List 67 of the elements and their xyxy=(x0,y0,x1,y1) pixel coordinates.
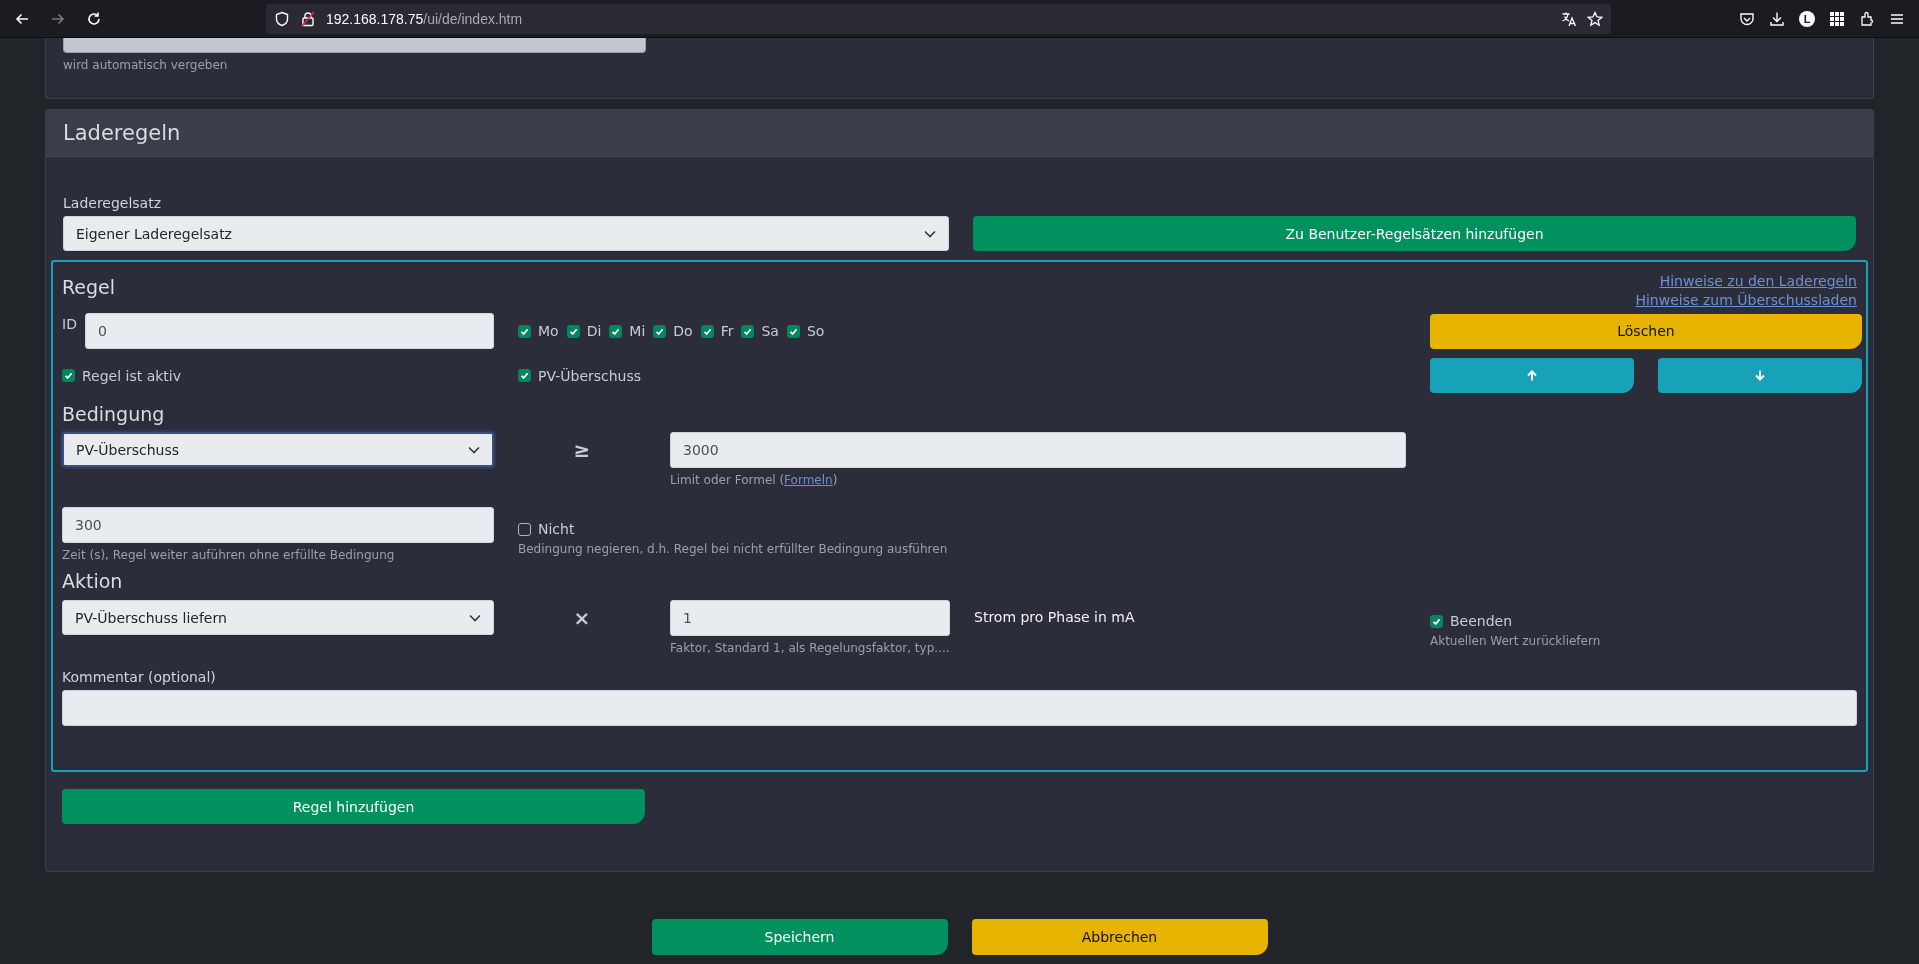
section-heading: Aktion xyxy=(62,570,124,592)
profile-avatar[interactable]: L xyxy=(1799,10,1815,27)
checkbox[interactable] xyxy=(62,369,75,382)
field-hint: wird automatisch vergeben xyxy=(63,58,229,72)
arrow-up-icon xyxy=(1527,370,1537,381)
dropdown[interactable]: PV-Überschuss liefern xyxy=(62,600,494,635)
caret-icon xyxy=(924,229,936,238)
formula-link[interactable]: Formeln xyxy=(784,473,833,487)
translate-icon[interactable] xyxy=(1561,10,1577,27)
save-button[interactable]: Speichern xyxy=(651,919,948,955)
checkbox[interactable] xyxy=(786,324,800,338)
arrow-down-icon xyxy=(1755,370,1765,381)
checkbox-label: Regel ist aktiv xyxy=(82,367,182,384)
operator-symbol: ≥ xyxy=(572,437,592,464)
download-icon[interactable] xyxy=(1769,10,1785,27)
input-field[interactable]: 3000 xyxy=(670,432,1406,468)
checkbox[interactable] xyxy=(566,324,580,338)
help-link[interactable]: Hinweise zu den Laderegeln xyxy=(1659,273,1857,289)
checkbox[interactable] xyxy=(700,324,714,338)
field-hint: Aktuellen Wert zurückliefern xyxy=(1430,634,1602,648)
delete-button[interactable]: Löschen xyxy=(1430,313,1862,349)
checkbox[interactable] xyxy=(653,324,667,338)
cancel-button[interactable]: Abbrechen xyxy=(971,919,1268,955)
unit-label: Strom pro Phase in mA xyxy=(974,608,1135,627)
checkbox[interactable] xyxy=(518,522,531,536)
checkbox-label: So xyxy=(806,323,825,339)
checkbox-label: Nicht xyxy=(538,521,575,537)
checkbox-label: PV-Überschuss xyxy=(538,367,642,384)
shield-icon[interactable] xyxy=(274,10,290,27)
checkbox[interactable] xyxy=(609,324,623,338)
checkbox-label: Mo xyxy=(538,323,559,339)
add-ruleset-button[interactable]: Zu Benutzer-Regelsätzen hinzufügen xyxy=(973,216,1856,251)
star-icon[interactable] xyxy=(1587,10,1603,27)
field-label: ID xyxy=(62,316,77,332)
checkbox[interactable] xyxy=(741,324,755,338)
field-label: Kommentar (optional) xyxy=(62,669,217,685)
rule-title: Regel xyxy=(62,276,116,298)
section-heading: Bedingung xyxy=(62,403,166,425)
checkbox[interactable] xyxy=(518,369,531,382)
grid-icon[interactable] xyxy=(1829,10,1845,27)
field-label: Laderegelsatz xyxy=(63,195,163,211)
operator-symbol: × xyxy=(572,605,592,632)
comment-field[interactable] xyxy=(62,690,1857,726)
input-field[interactable]: 300 xyxy=(62,507,494,543)
dropdown[interactable]: PV-Überschuss xyxy=(62,432,494,467)
checkbox-label: Mi xyxy=(629,323,646,339)
field-hint: Bedingung negieren, d.h. Regel bei nicht erfüllter Bedingung ausführen xyxy=(518,542,949,556)
caret-icon xyxy=(468,445,480,454)
field-hint: Limit oder Formel (Formeln) xyxy=(670,473,839,487)
help-link[interactable]: Hinweise zum Überschussladen xyxy=(1635,292,1857,308)
checkbox-label: Fr xyxy=(720,323,734,339)
field-hint: Zeit (s), Regel weiter auführen ohne erfüllte Bedingung xyxy=(62,548,396,562)
checkbox-label: Di xyxy=(586,323,602,339)
reload-icon[interactable] xyxy=(86,10,102,27)
input-field[interactable]: 1 xyxy=(670,600,950,636)
lock-icon[interactable] xyxy=(300,10,316,27)
checkbox-label: Do xyxy=(673,323,693,339)
checkbox[interactable] xyxy=(518,324,531,338)
caret-icon xyxy=(469,613,481,622)
dropdown[interactable]: Eigener Laderegelsatz xyxy=(63,216,949,251)
section-title: Laderegeln xyxy=(63,121,181,145)
checkbox-label: Beenden xyxy=(1450,613,1513,629)
checkbox[interactable] xyxy=(1430,614,1443,628)
checkbox-label: Sa xyxy=(761,323,779,339)
add-rule-button[interactable]: Regel hinzufügen xyxy=(62,789,645,824)
input-field[interactable]: 0 xyxy=(84,313,494,349)
field-hint: Faktor, Standard 1, als Regelungsfaktor, typ.... xyxy=(670,641,950,655)
